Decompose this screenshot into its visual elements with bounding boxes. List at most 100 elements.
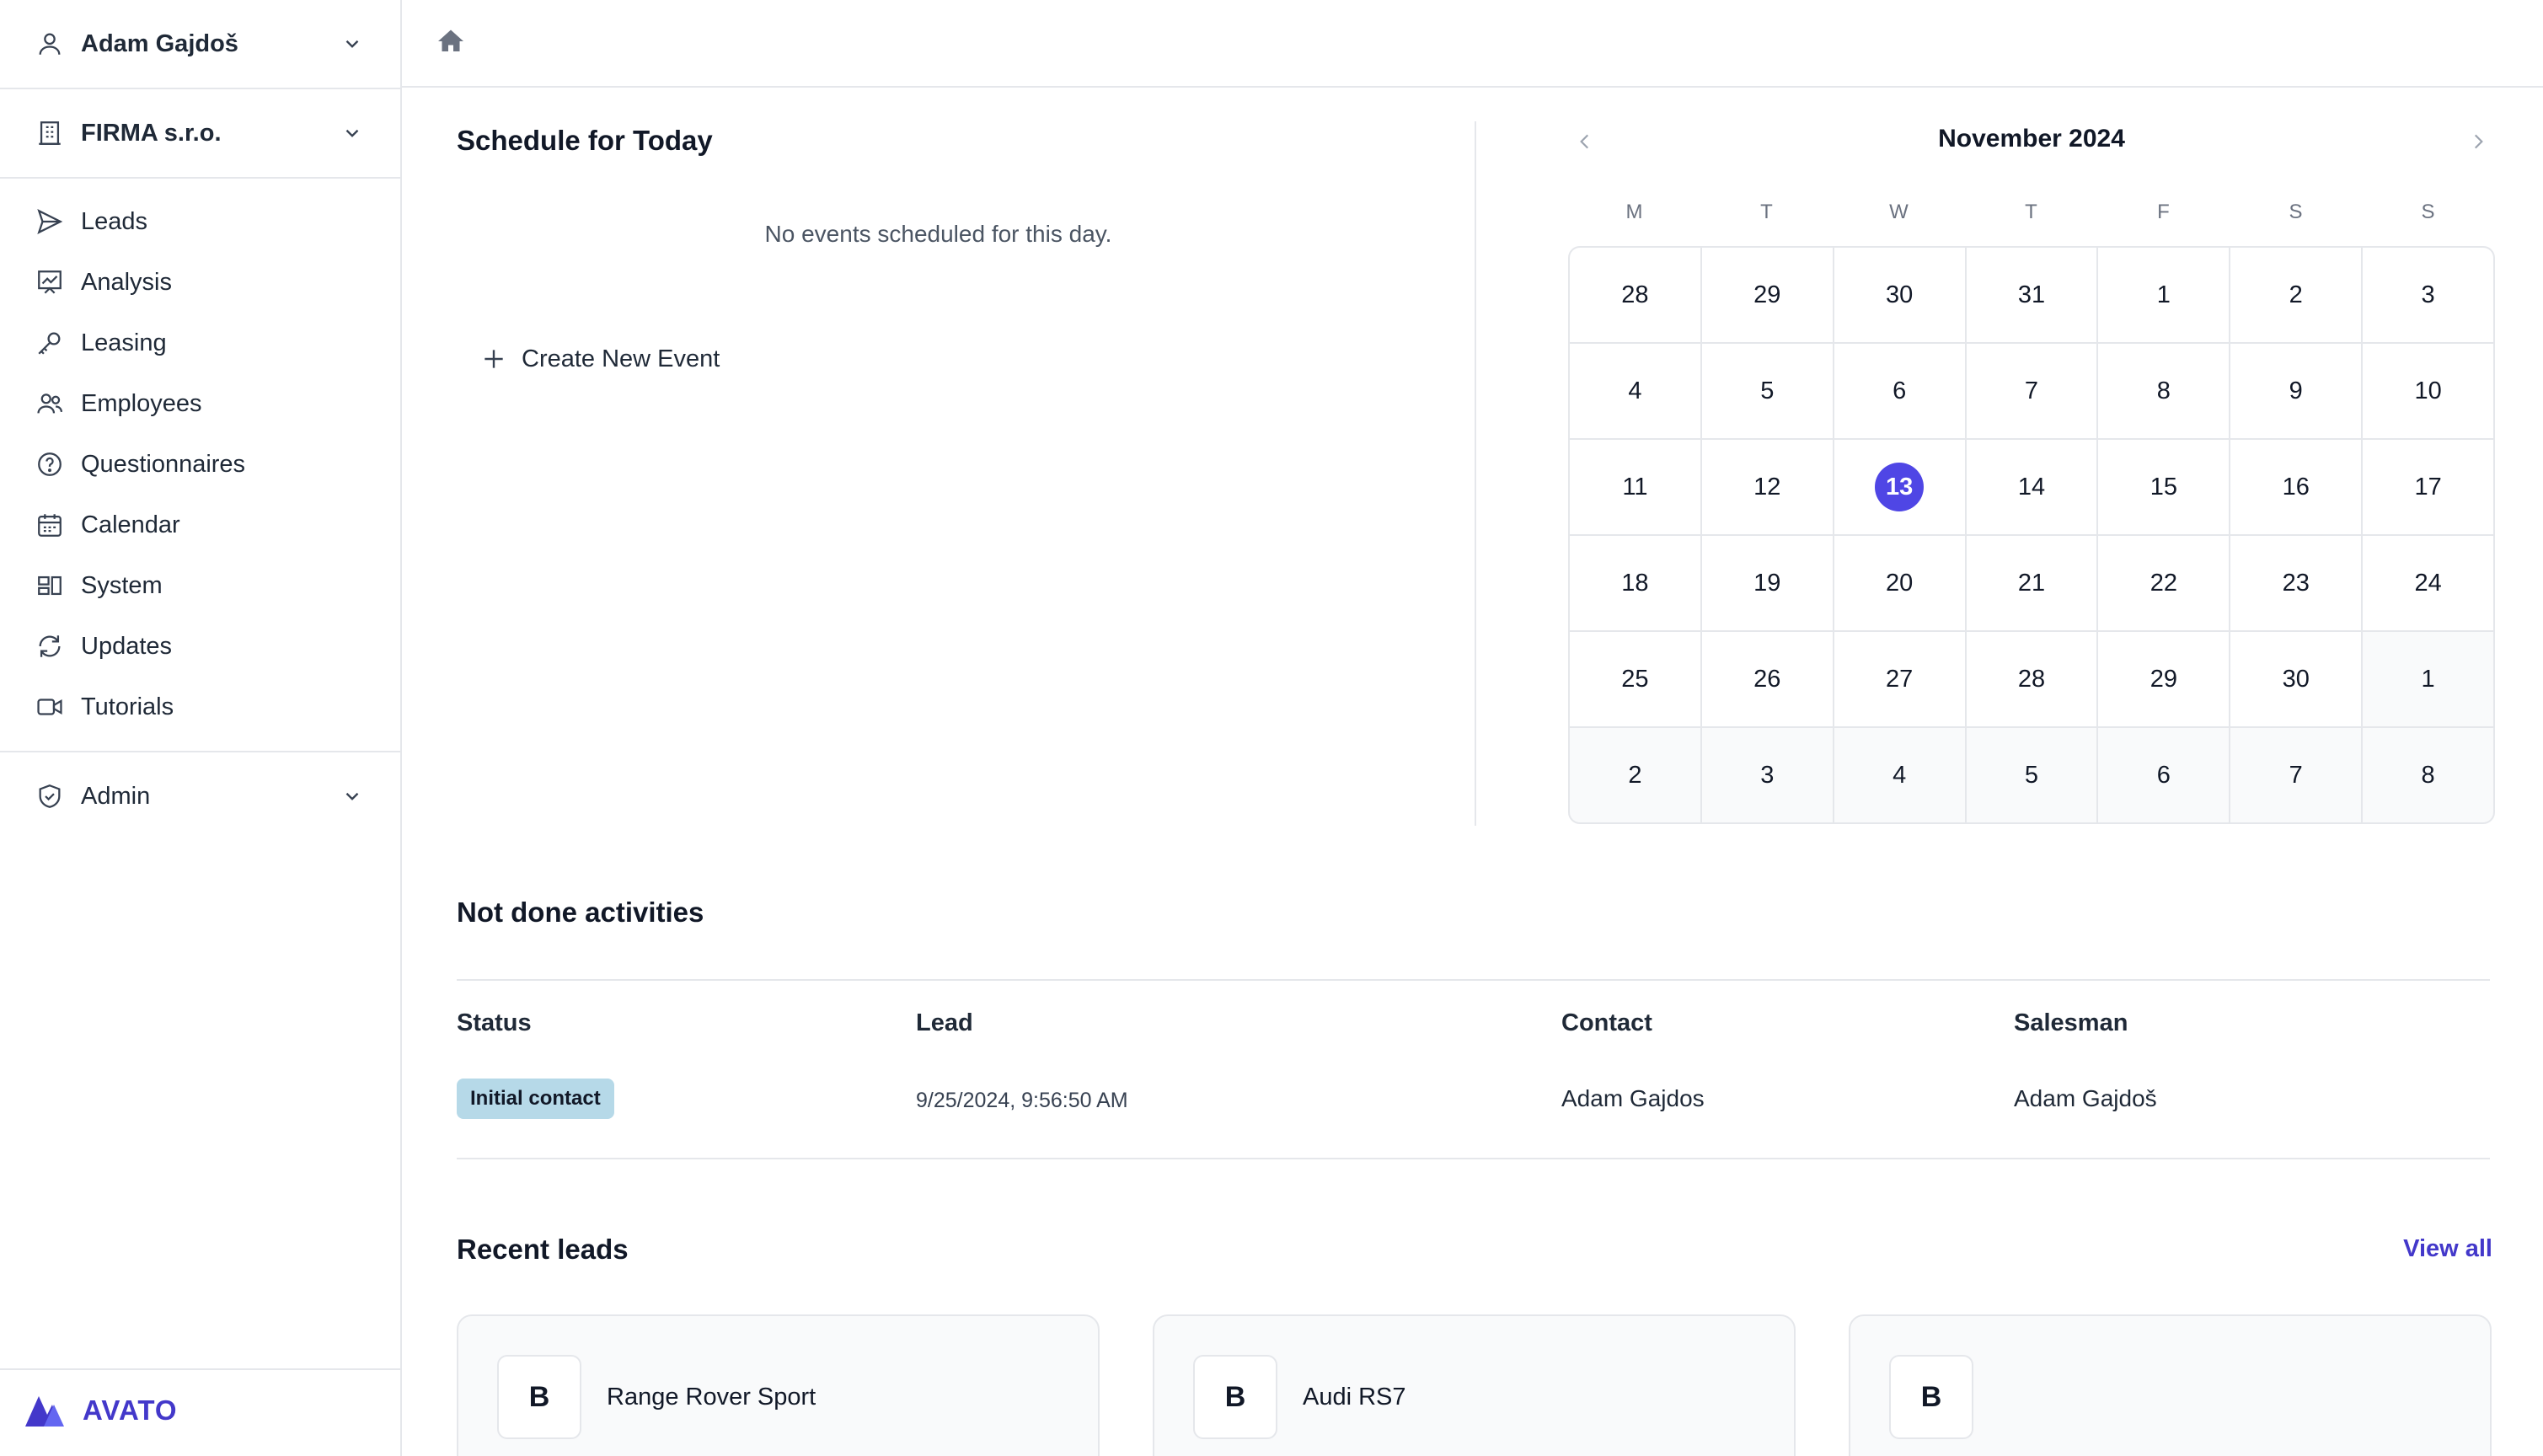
lead-avatar: B [1193, 1355, 1277, 1439]
calendar-day[interactable]: 15 [2098, 440, 2230, 534]
sidebar-item-tutorials[interactable]: Tutorials [0, 677, 400, 737]
calendar-day-number: 6 [1893, 377, 1907, 404]
calendar-day[interactable]: 26 [1701, 632, 1833, 726]
calendar-day[interactable]: 6 [1834, 344, 1965, 438]
calendar-day[interactable]: 14 [1966, 440, 2097, 534]
sidebar-item-label: Calendar [81, 511, 180, 538]
calendar-day-number: 31 [2017, 281, 2046, 308]
calendar-day-number: 6 [2156, 761, 2171, 789]
recent-leads-title: Recent leads [457, 1234, 629, 1265]
calendar-day[interactable]: 30 [1834, 248, 1965, 342]
calendar-day[interactable]: 8 [2098, 344, 2230, 438]
calendar-day[interactable]: 29 [1701, 248, 1833, 342]
sidebar-item-analysis[interactable]: Analysis [0, 252, 400, 313]
calendar-day[interactable]: 9 [2230, 344, 2362, 438]
calendar-day[interactable]: 4 [1834, 728, 1965, 822]
lead-card[interactable]: B [1849, 1314, 2492, 1456]
calendar-day-selected[interactable]: 13 [1834, 440, 1965, 534]
calendar-day[interactable]: 31 [1966, 248, 2097, 342]
sidebar-divider [0, 1368, 400, 1370]
calendar-day[interactable]: 16 [2230, 440, 2362, 534]
view-all-link[interactable]: View all [2403, 1235, 2492, 1263]
calendar-day[interactable]: 6 [2098, 728, 2230, 822]
admin-menu[interactable]: Admin [0, 752, 400, 840]
calendar-day[interactable]: 18 [1570, 536, 1700, 630]
calendar-month-title: November 2024 [1938, 125, 2125, 153]
home-icon[interactable] [436, 26, 466, 61]
calendar-day[interactable]: 22 [2098, 536, 2230, 630]
calendar-day[interactable]: 1 [2363, 632, 2493, 726]
calendar-day[interactable]: 23 [2230, 536, 2362, 630]
calendar-day[interactable]: 2 [2230, 248, 2362, 342]
calendar-day[interactable]: 28 [1570, 248, 1700, 342]
sidebar-item-questionnaires[interactable]: Questionnaires [0, 434, 400, 495]
weekday-label: F [2157, 201, 2170, 223]
sidebar-item-label: Analysis [81, 268, 172, 296]
create-event-button[interactable]: Create New Event [479, 335, 720, 383]
calendar-day[interactable]: 17 [2363, 440, 2493, 534]
sidebar-item-leasing[interactable]: Leasing [0, 313, 400, 373]
table-divider [457, 1158, 2490, 1159]
calendar-icon [34, 509, 66, 541]
calendar-day[interactable]: 11 [1570, 440, 1700, 534]
sidebar-item-updates[interactable]: Updates [0, 616, 400, 677]
salesman-cell: Adam Gajdoš [2014, 1085, 2157, 1111]
calendar-day[interactable]: 5 [1701, 344, 1833, 438]
calendar-day-number: 15 [2150, 473, 2177, 500]
refresh-icon [34, 630, 66, 662]
company-menu[interactable]: FIRMA s.r.o. [0, 89, 400, 177]
calendar-day[interactable]: 27 [1834, 632, 1965, 726]
calendar-day[interactable]: 4 [1570, 344, 1700, 438]
calendar-day[interactable]: 28 [1966, 632, 2097, 726]
calendar-day-number: 7 [2289, 761, 2303, 789]
status-badge: Initial contact [457, 1079, 614, 1119]
sidebar-item-employees[interactable]: Employees [0, 373, 400, 434]
calendar-day[interactable]: 12 [1701, 440, 1833, 534]
user-name: Adam Gajdoš [81, 29, 238, 57]
calendar-day[interactable]: 7 [1966, 344, 2097, 438]
calendar-day[interactable]: 1 [2098, 248, 2230, 342]
calendar-day-number: 16 [2282, 473, 2310, 500]
lead-avatar: B [497, 1355, 581, 1439]
calendar-day-number: 30 [2282, 665, 2310, 693]
calendar-day[interactable]: 29 [2098, 632, 2230, 726]
calendar-day[interactable]: 5 [1966, 728, 2097, 822]
activities-title: Not done activities [457, 897, 704, 928]
calendar-day-number: 1 [2421, 665, 2435, 693]
calendar-day[interactable]: 25 [1570, 632, 1700, 726]
next-month-button[interactable] [2461, 125, 2495, 158]
calendar-day-number: 4 [1628, 377, 1642, 404]
lead-name: Range Rover Sport [607, 1384, 816, 1410]
calendar-day[interactable]: 2 [1570, 728, 1700, 822]
brand-logo[interactable]: AVATO [25, 1392, 178, 1429]
lead-card[interactable]: B Range Rover Sport [457, 1314, 1100, 1456]
calendar-day[interactable]: 30 [2230, 632, 2362, 726]
calendar-header: November 2024 [1568, 118, 2543, 165]
calendar-day-number: 26 [1753, 665, 1781, 693]
calendar-day-number: 9 [2289, 377, 2303, 404]
calendar-day[interactable]: 20 [1834, 536, 1965, 630]
calendar-day[interactable]: 8 [2363, 728, 2493, 822]
sidebar-item-leads[interactable]: Leads [0, 191, 400, 252]
lead-cell[interactable]: 9/25/2024, 9:56:50 AM [916, 1089, 1128, 1113]
calendar-day[interactable]: 19 [1701, 536, 1833, 630]
chevron-down-icon [340, 784, 365, 809]
app-root: Adam Gajdoš FIRMA s.r.o. Leads Analysis … [0, 0, 2543, 1456]
lead-card[interactable]: B Audi RS7 [1153, 1314, 1796, 1456]
sidebar-item-calendar[interactable]: Calendar [0, 495, 400, 555]
calendar-day[interactable]: 3 [1701, 728, 1833, 822]
chart-board-icon [34, 266, 66, 298]
table-row[interactable]: Initial contact 9/25/2024, 9:56:50 AM Ad… [457, 1065, 2490, 1158]
user-menu[interactable]: Adam Gajdoš [0, 0, 400, 88]
calendar-day[interactable]: 21 [1966, 536, 2097, 630]
calendar-day-number: 10 [2414, 377, 2442, 404]
contact-cell: Adam Gajdos [1561, 1085, 1705, 1111]
chevron-down-icon [340, 31, 365, 56]
building-icon [34, 117, 66, 149]
calendar-day[interactable]: 10 [2363, 344, 2493, 438]
calendar-day[interactable]: 24 [2363, 536, 2493, 630]
calendar-day[interactable]: 7 [2230, 728, 2362, 822]
sidebar-item-system[interactable]: System [0, 555, 400, 616]
calendar-day-number: 5 [1760, 377, 1775, 404]
calendar-day[interactable]: 3 [2363, 248, 2493, 342]
